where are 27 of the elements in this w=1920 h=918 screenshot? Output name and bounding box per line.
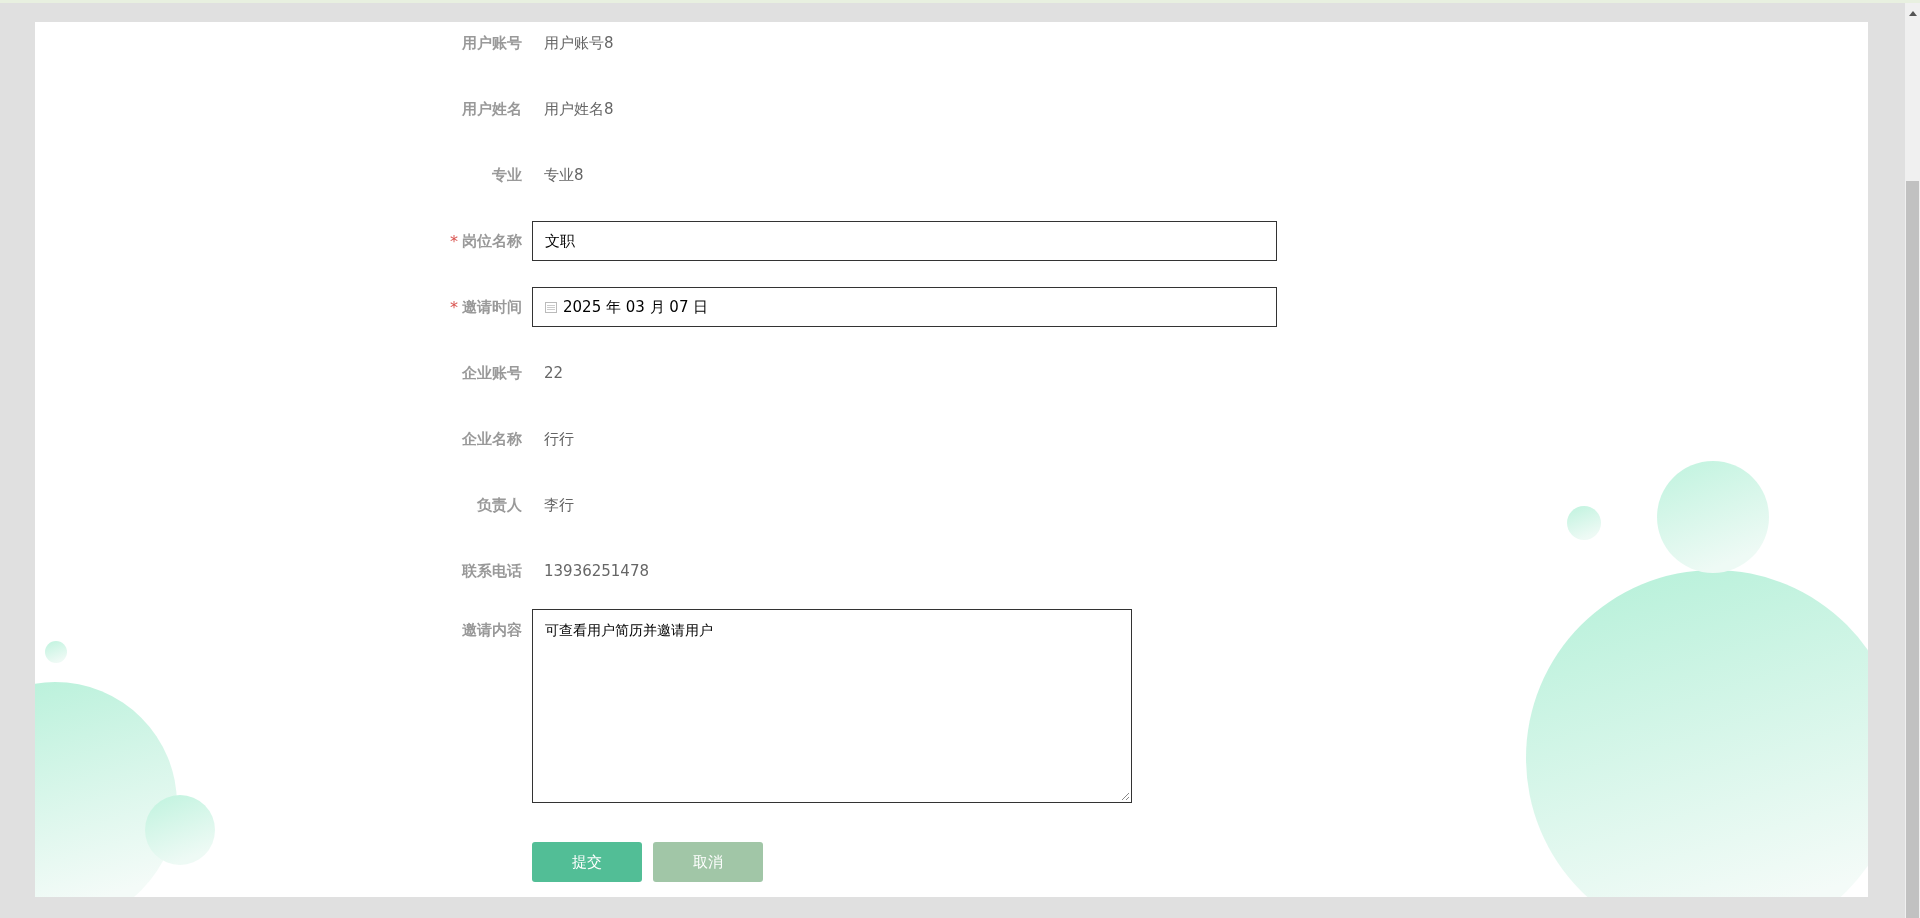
required-mark: * [450,231,458,251]
field-label: 负责人 [477,495,522,515]
field-value: 行行 [544,429,574,449]
text-area[interactable]: 可查看用户简历并邀请用户 [532,609,1132,803]
field-value: 专业8 [544,165,584,185]
scrollbar[interactable] [1905,3,1920,918]
field-value: 用户账号8 [544,33,614,53]
field-label: 岗位名称 [462,231,522,251]
field-label: 专业 [492,165,522,185]
resize-handle-icon [1120,791,1130,801]
field-label: 邀请内容 [462,621,522,640]
scrollbar-thumb[interactable] [1906,181,1919,918]
field-label: 企业账号 [462,363,522,383]
field-value: 22 [544,364,564,382]
field-value: 用户姓名8 [544,99,614,119]
date-field[interactable]: 2025 年 03 月 07 日 [532,287,1277,327]
required-mark: * [450,297,458,317]
field-value: 李行 [544,495,574,515]
calendar-icon [545,301,557,313]
scroll-up-icon[interactable] [1909,11,1917,16]
field-label: 用户姓名 [462,99,522,119]
field-label: 用户账号 [462,33,522,53]
field-label: 联系电话 [462,561,522,581]
input-field[interactable]: 文职 [532,221,1277,261]
field-label: 企业名称 [462,429,522,449]
field-value: 13936251478 [544,562,649,580]
field-label: 邀请时间 [462,297,522,317]
